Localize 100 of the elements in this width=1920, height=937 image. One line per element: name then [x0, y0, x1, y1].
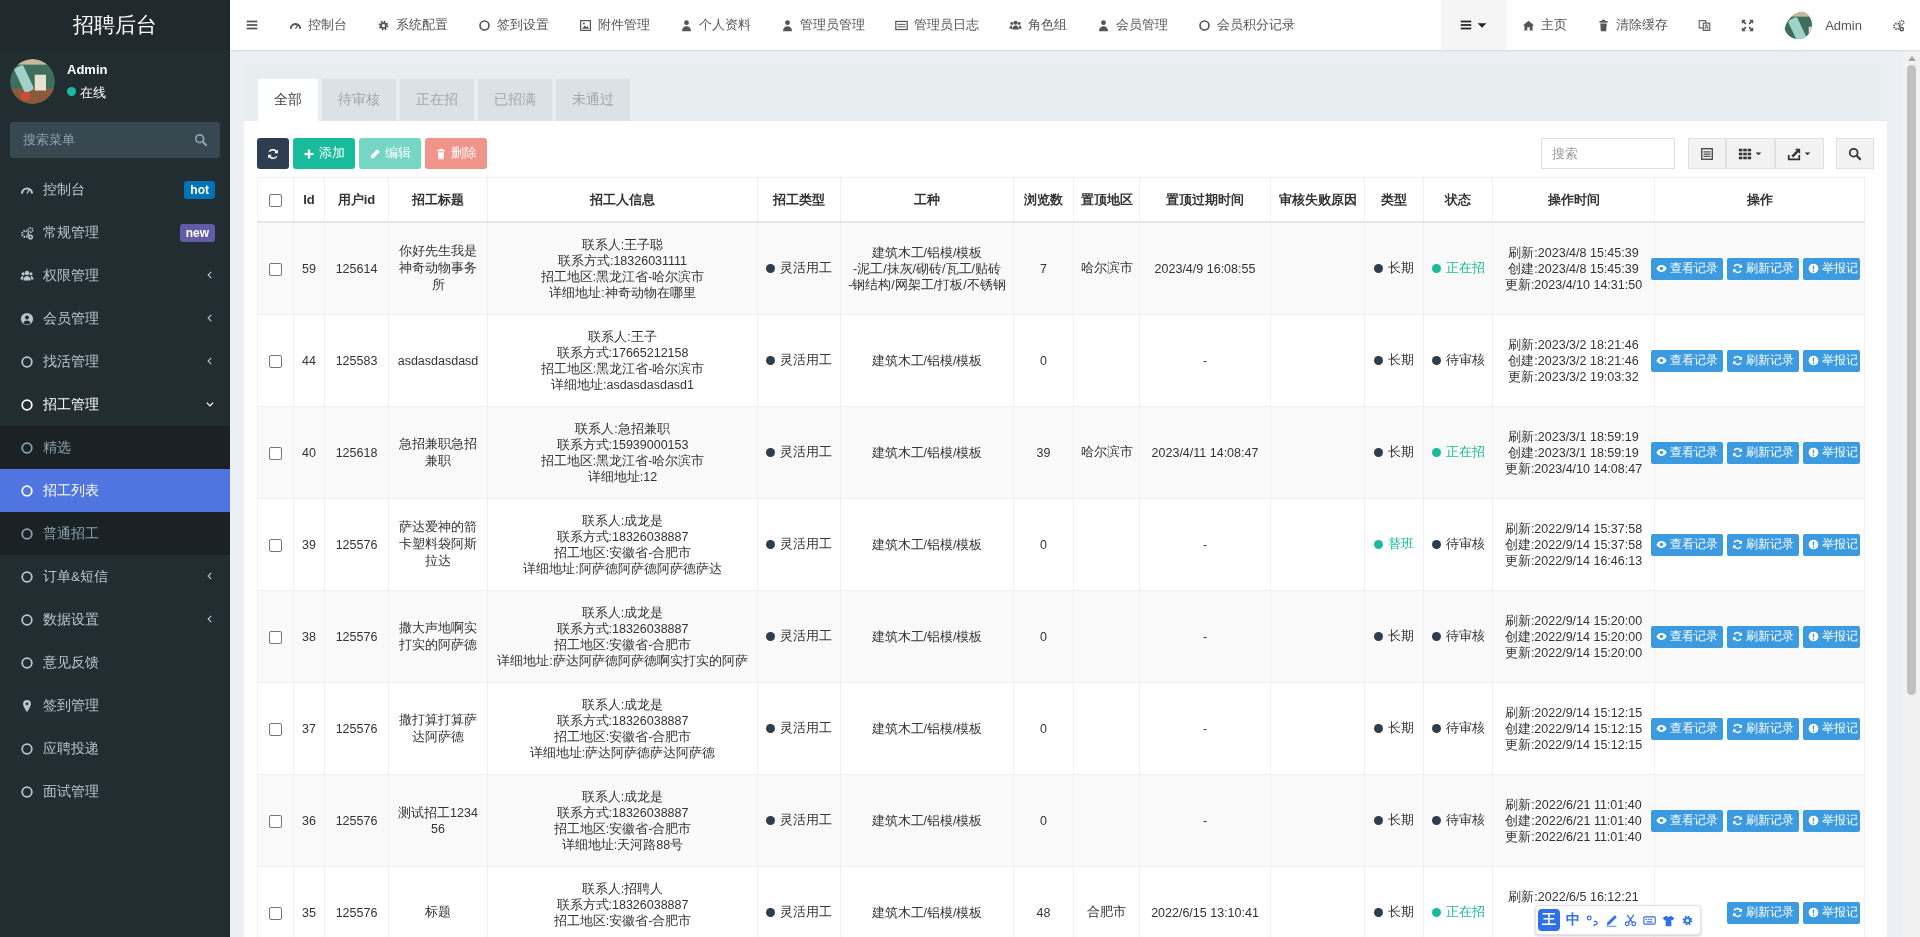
view-toggle-button[interactable]: [1688, 138, 1726, 169]
submenu-item[interactable]: 普通招工: [0, 512, 230, 555]
table-cell: 2023/4/11 14:08:47: [1139, 406, 1271, 499]
table-cell: 125614: [324, 222, 389, 315]
home-link[interactable]: 主页: [1506, 0, 1582, 50]
search-button[interactable]: [1836, 138, 1874, 169]
action-button[interactable]: 举报记: [1803, 349, 1860, 372]
row-checkbox[interactable]: [269, 354, 282, 368]
menu-item[interactable]: 权限管理: [0, 254, 230, 297]
contact-line: 联系方式:18326038887: [556, 804, 689, 821]
ime-logo[interactable]: 王: [1538, 909, 1560, 931]
action-button[interactable]: 刷新记录: [1727, 441, 1799, 464]
exclamation-icon: [1808, 631, 1819, 642]
action-button[interactable]: 举报记: [1803, 809, 1860, 832]
action-button[interactable]: 举报记: [1803, 533, 1860, 556]
nav-link[interactable]: 签到设置: [463, 0, 564, 50]
contact-line: 招工地区:黑龙江省-哈尔滨市: [540, 452, 705, 469]
action-button[interactable]: 举报记: [1803, 441, 1860, 464]
row-checkbox[interactable]: [269, 722, 282, 736]
table-cell: -: [1139, 590, 1271, 683]
user-menu[interactable]: Admin: [1768, 0, 1877, 50]
status-label: 长期: [1388, 260, 1414, 277]
search-field[interactable]: 搜索: [1541, 138, 1675, 169]
action-button[interactable]: 举报记: [1803, 625, 1860, 648]
menu-item[interactable]: 面试管理: [0, 770, 230, 813]
row-checkbox[interactable]: [269, 814, 282, 828]
row-checkbox[interactable]: [269, 538, 282, 552]
menu-item[interactable]: 会员管理: [0, 297, 230, 340]
nav-link[interactable]: 个人资料: [665, 0, 766, 50]
action-button[interactable]: 查看记录: [1651, 349, 1723, 372]
nav-link[interactable]: 控制台: [274, 0, 362, 50]
contact-line: 招工地区:安徽省-合肥市: [553, 728, 692, 745]
submenu-item[interactable]: 精选: [0, 426, 230, 469]
contact-line: 招工地区:黑龙江省-哈尔滨市: [540, 360, 705, 377]
menu-item[interactable]: 应聘投递: [0, 727, 230, 770]
circle-icon: [20, 569, 34, 584]
menu-search-field[interactable]: 搜索菜单: [10, 122, 220, 158]
action-button[interactable]: 查看记录: [1651, 625, 1723, 648]
scrollbar[interactable]: [1903, 50, 1920, 937]
table-cell: 0: [1013, 314, 1074, 407]
action-button[interactable]: 刷新记录: [1727, 901, 1799, 924]
action-button[interactable]: 刷新记录: [1727, 257, 1799, 280]
card-icon: [895, 18, 908, 32]
action-button[interactable]: 查看记录: [1651, 809, 1723, 832]
nav-link[interactable]: 附件管理: [564, 0, 665, 50]
user-status: 在线: [80, 84, 106, 102]
action-button[interactable]: 查看记录: [1651, 441, 1723, 464]
work-type-line: 建筑木工/铝模/模板: [871, 720, 983, 737]
row-checkbox[interactable]: [269, 630, 282, 644]
action-button[interactable]: 刷新记录: [1727, 533, 1799, 556]
menu-item[interactable]: 意见反馈: [0, 641, 230, 684]
refresh-icon: [1732, 723, 1743, 734]
refresh-button[interactable]: [257, 138, 289, 169]
action-button[interactable]: 举报记: [1803, 901, 1860, 924]
action-button[interactable]: 举报记: [1803, 717, 1860, 740]
row-checkbox[interactable]: [269, 446, 282, 460]
table-cell: 37: [293, 682, 325, 775]
action-button[interactable]: 刷新记录: [1727, 625, 1799, 648]
table-cell: 36: [293, 774, 325, 867]
ime-mode[interactable]: 中: [1566, 911, 1580, 929]
menu-item[interactable]: 招工管理: [0, 383, 230, 426]
menu-dropdown[interactable]: [1440, 0, 1507, 50]
export-button[interactable]: [1775, 138, 1824, 169]
circle-icon: [478, 18, 491, 32]
table-cell: -: [1139, 682, 1271, 775]
action-button[interactable]: 刷新记录: [1727, 349, 1799, 372]
row-checkbox[interactable]: [269, 906, 282, 920]
action-button[interactable]: 刷新记录: [1727, 717, 1799, 740]
time-line: 刷新:2022/6/21 11:01:40: [1505, 796, 1642, 813]
nav-link[interactable]: 管理员管理: [766, 0, 880, 50]
menu-item[interactable]: 常规管理 new: [0, 211, 230, 254]
menu-item[interactable]: 签到管理: [0, 684, 230, 727]
menu-item[interactable]: 控制台 hot: [0, 168, 230, 211]
tab[interactable]: 全部: [258, 79, 318, 121]
table-cell: 125576: [324, 682, 389, 775]
select-all-checkbox[interactable]: [269, 194, 282, 208]
menu-item[interactable]: 数据设置: [0, 598, 230, 641]
menu-item[interactable]: 找活管理: [0, 340, 230, 383]
work-type-line: -钢结构/网架工/打板/不锈钢: [848, 276, 1006, 293]
action-button[interactable]: 举报记: [1803, 257, 1860, 280]
table-cell: 125576: [324, 774, 389, 867]
add-button[interactable]: 添加: [293, 138, 355, 169]
nav-link[interactable]: 系统配置: [362, 0, 463, 50]
nav-link[interactable]: 角色组: [994, 0, 1082, 50]
submenu-item[interactable]: 招工列表: [0, 469, 230, 512]
row-checkbox[interactable]: [269, 262, 282, 276]
nav-link[interactable]: 管理员日志: [880, 0, 994, 50]
nav-link[interactable]: 会员积分记录: [1183, 0, 1310, 50]
menu-item[interactable]: 订单&短信: [0, 555, 230, 598]
list-icon: [1700, 146, 1714, 161]
contact-line: 联系人:招聘人: [581, 880, 664, 897]
action-button[interactable]: 刷新记录: [1727, 809, 1799, 832]
nav-link[interactable]: 会员管理: [1082, 0, 1183, 50]
action-button[interactable]: 查看记录: [1651, 257, 1723, 280]
circle-icon: [20, 483, 34, 498]
columns-button[interactable]: [1726, 138, 1775, 169]
action-button[interactable]: 查看记录: [1651, 717, 1723, 740]
action-button[interactable]: 查看记录: [1651, 533, 1723, 556]
users-icon: [1009, 18, 1022, 32]
clear-cache-link[interactable]: 清除缓存: [1581, 0, 1683, 50]
